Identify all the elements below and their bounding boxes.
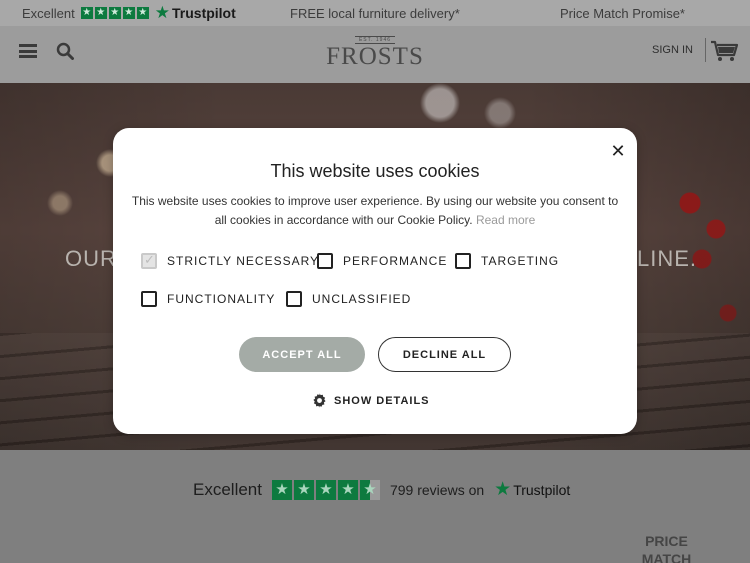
cookie-dialog-body-text: This website uses cookies to improve use…	[131, 194, 619, 227]
cookie-option-performance[interactable]: PERFORMANCE	[317, 253, 447, 269]
trustpilot-rating-label: Excellent	[22, 5, 75, 21]
trustpilot-star-icon: ★	[494, 479, 512, 500]
checkbox-unclassified[interactable]	[286, 291, 302, 307]
close-icon[interactable]: ✕	[607, 140, 629, 162]
site-header: EST. 1946 FROSTS SIGN IN	[0, 26, 750, 83]
half-star-icon: ★	[359, 479, 380, 500]
checkbox-performance[interactable]	[317, 253, 333, 269]
star-icon: ★	[315, 479, 336, 500]
show-details-toggle[interactable]: SHOW DETAILS	[312, 393, 430, 408]
trustpilot-widget-logo: ★ Trustpilot	[494, 478, 570, 501]
cookie-option-targeting[interactable]: TARGETING	[455, 253, 559, 269]
price-match-line2: MATCH	[641, 551, 692, 563]
cookie-dialog-description: This website uses cookies to improve use…	[129, 192, 621, 230]
option-label: PERFORMANCE	[343, 254, 448, 268]
promo-bar: Excellent ★ ★ ★ ★ ★ ★ Trustpilot FREE lo…	[0, 0, 750, 26]
star-icon: ★	[293, 479, 314, 500]
option-label: TARGETING	[481, 254, 560, 268]
cookie-option-unclassified[interactable]: UNCLASSIFIED	[286, 291, 411, 307]
cookie-dialog-title: This website uses cookies	[270, 161, 480, 181]
logo-name: FROSTS	[326, 43, 424, 70]
header-divider	[705, 38, 706, 62]
trustpilot-star-icon: ★	[154, 3, 170, 22]
trustpilot-logo: ★ Trustpilot	[155, 3, 236, 23]
show-details-label: SHOW DETAILS	[334, 394, 430, 407]
search-icon[interactable]	[56, 42, 74, 60]
star-icon: ★	[136, 7, 149, 19]
accept-all-button[interactable]: ACCEPT ALL	[239, 337, 365, 372]
checkbox-strictly-necessary	[141, 252, 157, 269]
promo-delivery[interactable]: FREE local furniture delivery*	[290, 6, 460, 21]
cookie-option-strictly-necessary: STRICTLY NECESSARY	[141, 252, 320, 269]
hero-headline-right: LINE.	[637, 246, 698, 271]
sign-in-link[interactable]: SIGN IN	[652, 44, 693, 56]
star-icon: ★	[94, 7, 107, 19]
trustpilot-badge[interactable]: Excellent ★ ★ ★ ★ ★ ★ Trustpilot	[22, 0, 236, 26]
checkbox-targeting[interactable]	[455, 253, 471, 269]
price-match-line1: PRICE	[645, 533, 688, 549]
hamburger-menu-icon[interactable]	[19, 44, 37, 58]
decline-all-button[interactable]: DECLINE ALL	[378, 337, 511, 372]
star-icon: ★	[80, 7, 93, 19]
star-icon: ★	[337, 479, 358, 500]
trustpilot-widget-brand: Trustpilot	[513, 481, 571, 498]
gear-icon	[313, 393, 326, 408]
option-label: UNCLASSIFIED	[312, 292, 412, 306]
trustpilot-widget-stars: ★ ★ ★ ★ ★	[271, 479, 380, 500]
content-section: Excellent ★ ★ ★ ★ ★ 799 reviews on ★ Tru…	[0, 450, 750, 563]
shopping-cart-icon[interactable]	[710, 40, 738, 62]
trustpilot-widget-rating: Excellent	[193, 479, 262, 499]
promo-price-match[interactable]: Price Match Promise*	[560, 6, 685, 21]
read-more-link[interactable]: Read more	[476, 213, 535, 227]
star-icon: ★	[108, 7, 121, 19]
trustpilot-widget[interactable]: Excellent ★ ★ ★ ★ ★ 799 reviews on ★ Tru…	[193, 478, 570, 501]
star-icon: ★	[122, 7, 135, 19]
cookie-option-functionality[interactable]: FUNCTIONALITY	[141, 291, 275, 307]
site-logo[interactable]: EST. 1946 FROSTS	[324, 36, 426, 70]
cookie-consent-dialog: ✕ This website uses cookies This website…	[113, 128, 637, 434]
star-icon: ★	[271, 479, 292, 500]
hero-headline-left: OUR	[65, 246, 117, 271]
option-label: STRICTLY NECESSARY	[167, 254, 320, 268]
option-label: FUNCTIONALITY	[167, 292, 276, 306]
trustpilot-stars: ★ ★ ★ ★ ★	[80, 7, 149, 19]
checkbox-functionality[interactable]	[141, 291, 157, 307]
trustpilot-brand: Trustpilot	[172, 5, 236, 21]
trustpilot-widget-reviews: 799 reviews on	[389, 481, 485, 498]
price-match-badge[interactable]: PRICE MATCH	[639, 532, 694, 563]
